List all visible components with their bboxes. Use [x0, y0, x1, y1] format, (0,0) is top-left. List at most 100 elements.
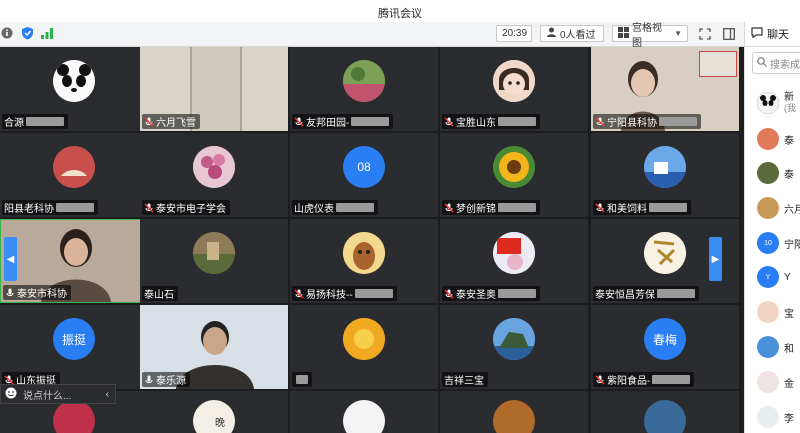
avatar-text: 08: [357, 160, 371, 174]
masked-text: [296, 375, 308, 384]
participant-name: 阳县老科协: [4, 204, 54, 215]
participant-label: 泰安市科协: [3, 285, 71, 300]
panda-avatar: [53, 60, 95, 102]
participant-label: 吉祥三宝: [442, 372, 488, 387]
fullscreen-icon[interactable]: [698, 27, 712, 41]
participant-label: 阳县老科协: [2, 200, 98, 215]
masked-text: [498, 289, 536, 298]
participant-tile[interactable]: 宁阳县科协: [591, 47, 739, 131]
prev-page-button[interactable]: ◀: [4, 237, 17, 281]
member-name: 泰: [784, 135, 794, 147]
signal-icon[interactable]: [40, 26, 54, 40]
sidebar-toggle-icon[interactable]: [722, 27, 736, 41]
member-avatar: [757, 162, 779, 184]
participant-tile[interactable]: 友邦田园-: [290, 47, 438, 131]
participant-label: 紫阳食品-: [593, 372, 695, 387]
member-name: 和: [784, 343, 794, 355]
participant-name: 和美饲料: [607, 204, 647, 215]
member-item[interactable]: 新 (我: [757, 91, 800, 115]
participant-tile[interactable]: 泰安圣奥: [440, 219, 588, 303]
member-name: 宁阳: [784, 239, 800, 251]
chat-tab[interactable]: 聊天: [744, 22, 800, 46]
participant-label: 和美饲料: [593, 200, 691, 215]
avatar-text: 春梅: [652, 332, 677, 347]
participant-tile[interactable]: 振挺 山东振挺: [0, 305, 148, 389]
participant-tile[interactable]: 晚: [140, 391, 288, 433]
participant-tile[interactable]: [290, 391, 438, 433]
participant-tile[interactable]: 合源: [0, 47, 148, 131]
participant-name: 山虎仪表: [294, 204, 334, 215]
scenery-avatar: [644, 400, 686, 433]
member-item[interactable]: 泰: [757, 161, 800, 185]
mic-muted-icon: [144, 117, 154, 127]
participant-name: 泰乐源: [156, 376, 186, 387]
participant-tile[interactable]: [440, 391, 588, 433]
chat-input-bar[interactable]: 说点什么... ‹: [0, 384, 116, 404]
seaside-avatar: [644, 146, 686, 188]
info-icon[interactable]: [0, 26, 14, 40]
grid-view-button[interactable]: 宫格视图 ▼: [612, 23, 688, 49]
participant-name: 紫阳食品-: [607, 376, 651, 387]
participant-tile-active-speaker[interactable]: 泰安市科协: [0, 219, 148, 303]
member-search-input[interactable]: 搜索成: [752, 52, 800, 74]
participant-tile[interactable]: 泰山石: [140, 219, 288, 303]
masked-text: [354, 289, 393, 298]
window-title: 腾讯会议: [378, 8, 422, 20]
avatar-partial: [53, 400, 95, 433]
next-page-button[interactable]: ▶: [709, 237, 722, 281]
member-item[interactable]: 泰: [757, 127, 800, 151]
member-avatar: [757, 406, 779, 428]
flower-yellow-avatar: [343, 318, 385, 360]
participant-tile[interactable]: 梦创新锦: [440, 133, 588, 217]
participant-label: 山虎仪表: [292, 200, 378, 215]
member-item[interactable]: 金: [757, 370, 800, 394]
masked-text: [56, 203, 94, 212]
mic-muted-icon: [294, 289, 304, 299]
calligraphy-avatar: [644, 232, 686, 274]
participant-tile[interactable]: 吉祥三宝: [440, 305, 588, 389]
participant-name: 合源: [4, 118, 24, 129]
member-item[interactable]: 和: [757, 335, 800, 359]
participant-label: [292, 372, 312, 387]
participant-tile[interactable]: 春梅 紫阳食品-: [591, 305, 739, 389]
member-avatar: [757, 301, 779, 323]
emoji-icon[interactable]: [5, 387, 17, 402]
participant-tile[interactable]: [591, 391, 739, 433]
chevron-left-icon[interactable]: ‹: [106, 389, 115, 400]
viewers-label: 0人看过: [560, 30, 596, 41]
member-item[interactable]: 宝: [757, 300, 800, 324]
viewers-button[interactable]: 0人看过: [540, 25, 604, 42]
chat-bubble-icon: [751, 27, 763, 41]
flag-avatar: [493, 232, 535, 274]
participant-tile[interactable]: 阳县老科协: [0, 133, 148, 217]
participant-tile[interactable]: 08 山虎仪表: [290, 133, 438, 217]
participant-name: 宁阳县科协: [607, 118, 657, 129]
masked-text: [649, 203, 687, 212]
participant-label: 宝胜山东: [442, 114, 540, 129]
member-subtitle: (我: [784, 103, 796, 113]
chevron-right-icon: ▶: [711, 253, 720, 265]
member-item[interactable]: 10 宁阳: [757, 231, 800, 255]
participant-tile[interactable]: [290, 305, 438, 389]
participant-tile[interactable]: 泰乐源: [140, 305, 288, 389]
participant-tile[interactable]: 和美饲料: [591, 133, 739, 217]
member-avatar: 10: [757, 232, 779, 254]
member-avatar: [757, 336, 779, 358]
chat-input[interactable]: 说点什么...: [23, 387, 100, 402]
participant-tile[interactable]: 泰安市电子学会: [140, 133, 288, 217]
text-avatar: 振挺: [53, 318, 95, 360]
member-item[interactable]: 李: [757, 405, 800, 429]
participant-tile[interactable]: 宝胜山东: [440, 47, 588, 131]
caret-down-icon: ▼: [674, 29, 682, 38]
participant-tile[interactable]: 易扬科技--: [290, 219, 438, 303]
participant-label: 宁阳县科协: [593, 114, 701, 129]
mic-muted-icon: [595, 203, 605, 213]
shield-icon[interactable]: [20, 26, 34, 40]
member-item[interactable]: 六月: [757, 196, 800, 220]
participant-label: 泰山石: [142, 286, 178, 301]
participant-tile[interactable]: 六月飞雪: [140, 47, 288, 131]
sunflower-avatar: [493, 146, 535, 188]
masked-text: [657, 289, 695, 298]
rock-sea-avatar: [493, 318, 535, 360]
member-item[interactable]: Y Y: [757, 265, 800, 289]
